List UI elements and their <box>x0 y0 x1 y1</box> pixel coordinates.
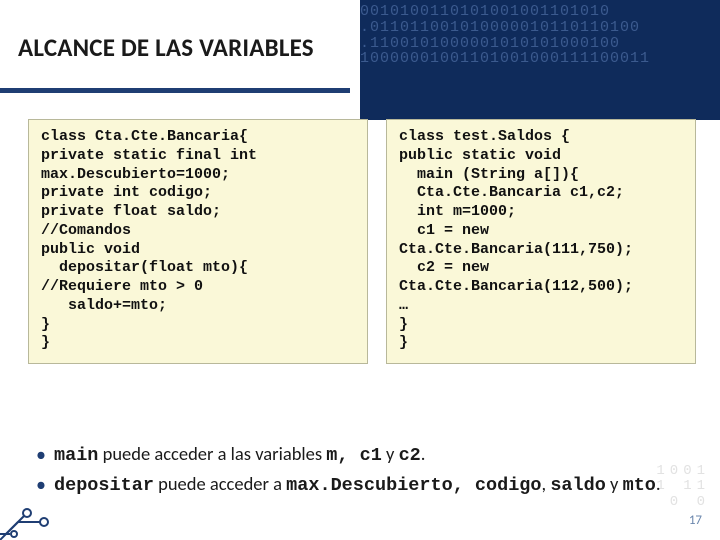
code-block-test-main: class test.Saldos { public static void m… <box>386 119 696 364</box>
code-block-class-definition: class Cta.Cte.Bancaria{ private static f… <box>28 119 368 364</box>
circuit-decoration-icon <box>0 478 62 540</box>
slide-title: ALCANCE DE LAS VARIABLES <box>18 32 314 63</box>
slide-header: ALCANCE DE LAS VARIABLES <box>0 0 720 95</box>
page-number: 17 <box>689 513 702 528</box>
text: y <box>382 442 399 465</box>
code-token: max.Descubierto, codigo <box>286 475 541 496</box>
code-token: saldo <box>550 475 606 496</box>
text: . <box>421 442 426 465</box>
text: puede acceder a <box>154 472 286 495</box>
text: puede acceder a las variables <box>98 442 326 465</box>
explanation-bullets: main puede acceder a las variables m, c1… <box>36 442 696 502</box>
code-columns: class Cta.Cte.Bancaria{ private static f… <box>0 95 720 364</box>
text: . <box>656 472 661 495</box>
code-token: m, c1 <box>326 445 382 466</box>
code-token: c2 <box>399 445 421 466</box>
code-token: main <box>54 445 98 466</box>
title-underline <box>0 88 350 93</box>
bullet-1: main puede acceder a las variables m, c1… <box>36 442 696 468</box>
text: , <box>542 472 551 495</box>
code-token: mto <box>623 475 656 496</box>
bullet-2: depositar puede acceder a max.Descubiert… <box>36 472 696 498</box>
code-token: depositar <box>54 475 154 496</box>
text: y <box>606 472 623 495</box>
